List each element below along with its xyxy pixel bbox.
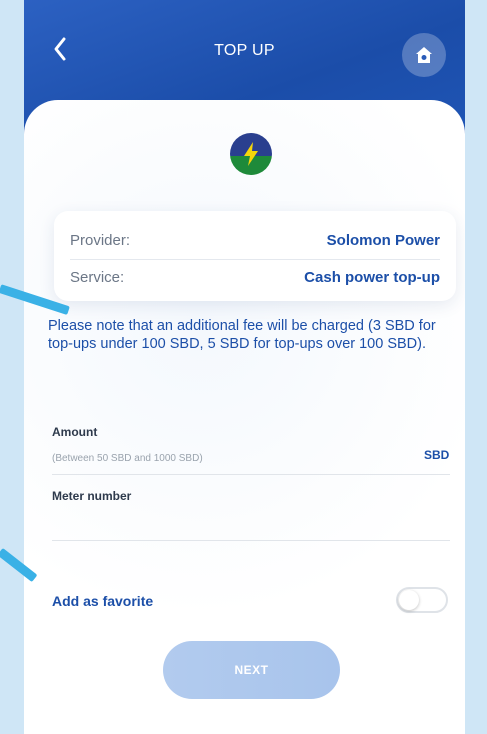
meter-number-label: Meter number <box>52 489 132 503</box>
favorite-toggle[interactable] <box>396 587 448 613</box>
page-title: TOP UP <box>214 42 275 59</box>
lightning-bolt-icon <box>244 142 258 166</box>
provider-info-box: Provider: Solomon Power Service: Cash po… <box>54 211 456 301</box>
phone-screen: TOP UP Provider: Solomon Power Service: … <box>24 0 465 734</box>
amount-currency: SBD <box>424 448 450 462</box>
amount-label: Amount <box>52 425 98 439</box>
provider-row: Provider: Solomon Power <box>70 221 440 260</box>
home-icon <box>416 47 432 63</box>
home-button[interactable] <box>402 33 446 77</box>
provider-logo <box>230 133 272 175</box>
meter-number-input[interactable] <box>52 508 450 532</box>
provider-label: Provider: <box>70 231 131 249</box>
next-button[interactable]: NEXT <box>163 641 340 699</box>
service-value: Cash power top-up <box>304 268 440 286</box>
content-card <box>24 100 465 734</box>
meter-underline <box>52 540 450 541</box>
fee-note: Please note that an additional fee will … <box>48 318 436 352</box>
amount-underline <box>52 474 450 475</box>
service-label: Service: <box>70 268 125 286</box>
amount-input[interactable] <box>52 450 412 466</box>
favorite-label: Add as favorite <box>52 593 154 609</box>
service-row: Service: Cash power top-up <box>70 258 440 296</box>
toggle-knob <box>399 590 419 610</box>
provider-value: Solomon Power <box>326 231 440 249</box>
